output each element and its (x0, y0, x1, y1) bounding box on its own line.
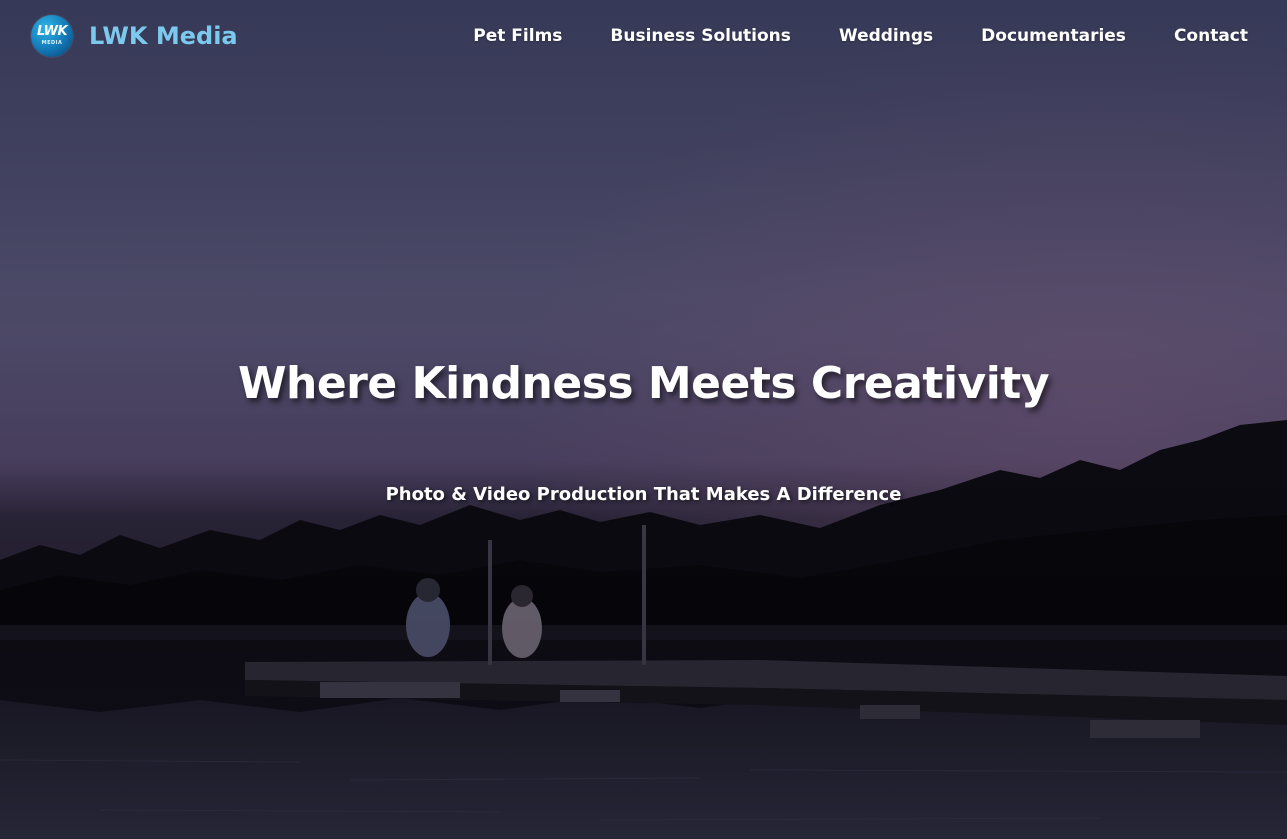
logo-text: LWK (36, 24, 68, 39)
nav-item-pet-films[interactable]: Pet Films (473, 24, 562, 48)
hero-overlay (0, 0, 1287, 839)
hero-title: Where Kindness Meets Creativity (237, 358, 1050, 409)
nav-item-documentaries[interactable]: Documentaries (981, 24, 1126, 48)
site-header: LWK MEDIA LWK Media Pet Films Business S… (0, 0, 1287, 74)
page: LWK MEDIA LWK Media Pet Films Business S… (0, 0, 1287, 839)
nav-item-business-solutions[interactable]: Business Solutions (610, 24, 791, 48)
nav-item-weddings[interactable]: Weddings (839, 24, 933, 48)
main-nav: Pet Films Business Solutions Weddings Do… (425, 24, 1248, 48)
hero-subtitle: Photo & Video Production That Makes A Di… (385, 484, 902, 505)
nav-item-contact[interactable]: Contact (1174, 24, 1248, 48)
logo-subtext: MEDIA (41, 40, 63, 46)
brand-name-link[interactable]: LWK Media (89, 20, 238, 52)
logo-icon[interactable]: LWK MEDIA (31, 15, 73, 57)
